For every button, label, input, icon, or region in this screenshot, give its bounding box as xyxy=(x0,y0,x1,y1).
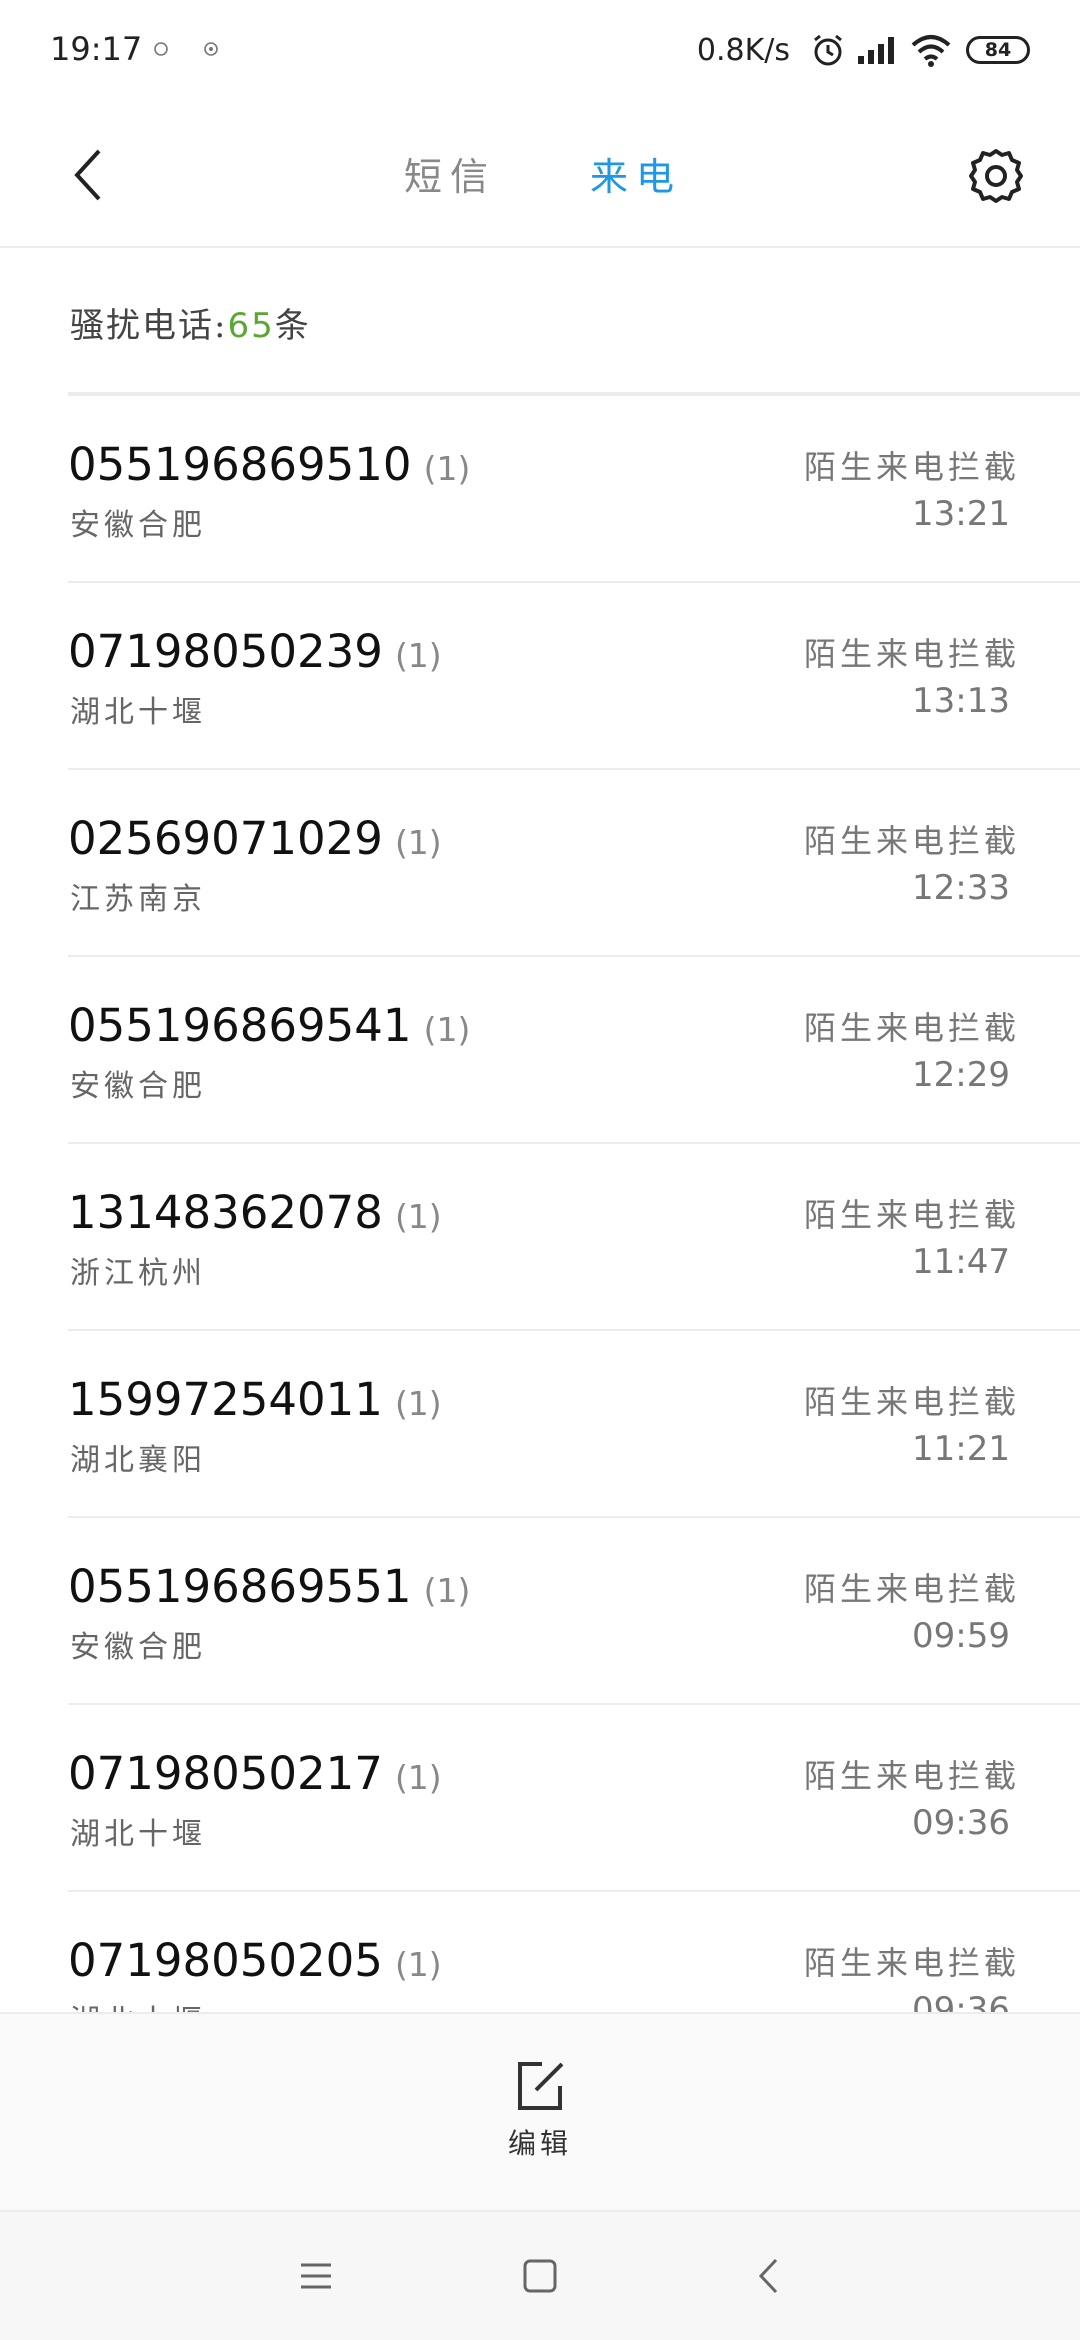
tab-sms[interactable]: 短信 xyxy=(404,146,496,201)
call-time: 11:21 xyxy=(912,1429,1010,1469)
block-status: 陌生来电拦截 xyxy=(803,635,1020,673)
phone-number-text: 15997254011 xyxy=(68,1373,383,1426)
call-count: (1) xyxy=(394,636,442,675)
call-row[interactable]: 055196869541 (1) 安徽合肥 陌生来电拦截 12:29 xyxy=(68,957,1080,1144)
call-count: (1) xyxy=(394,1384,442,1423)
call-row[interactable]: 055196869551 (1) 安徽合肥 陌生来电拦截 09:59 xyxy=(68,1518,1080,1705)
network-speed: 0.8K/s xyxy=(696,32,790,68)
status-indicators: 0.8K/s 84 xyxy=(697,28,1030,72)
call-time: 09:36 xyxy=(912,1803,1010,1843)
edit-button[interactable]: 编辑 xyxy=(490,2058,590,2178)
call-time: 12:29 xyxy=(912,1055,1010,1095)
call-row[interactable]: 15997254011 (1) 湖北襄阳 陌生来电拦截 11:21 xyxy=(68,1331,1080,1518)
location: 湖北十堰 xyxy=(70,695,206,730)
battery-icon: 84 xyxy=(966,36,1030,64)
phone-number-text: 055196869551 xyxy=(68,1560,412,1613)
signal-icon xyxy=(858,37,894,64)
phone-number-text: 07198050205 xyxy=(68,1934,383,1987)
call-time: 13:13 xyxy=(912,681,1010,721)
menu-icon xyxy=(301,2263,331,2289)
call-count: (1) xyxy=(423,449,471,488)
location: 湖北襄阳 xyxy=(70,1443,206,1478)
bottom-action-bar: 编辑 xyxy=(0,2012,1080,2210)
gear-icon xyxy=(969,149,1023,203)
location: 浙江杭州 xyxy=(70,1256,206,1291)
phone-number: 07198050239 (1) xyxy=(68,625,442,678)
call-count: (1) xyxy=(394,1945,442,1984)
call-time: 11:47 xyxy=(912,1242,1010,1282)
phone-number: 13148362078 (1) xyxy=(68,1186,442,1239)
phone-number-text: 07198050239 xyxy=(68,625,383,678)
block-status: 陌生来电拦截 xyxy=(803,1570,1020,1608)
call-count: (1) xyxy=(423,1010,471,1049)
system-back-button[interactable] xyxy=(738,2246,798,2306)
phone-number-text: 13148362078 xyxy=(68,1186,383,1239)
edit-icon xyxy=(518,2062,564,2110)
call-count: (1) xyxy=(394,1758,442,1797)
location: 安徽合肥 xyxy=(70,1630,206,1665)
location: 江苏南京 xyxy=(70,882,206,917)
status-bar: 19:17 0.8K/s 84 xyxy=(0,0,1080,100)
back-button[interactable] xyxy=(58,140,118,210)
settings-button[interactable] xyxy=(962,142,1030,210)
block-status: 陌生来电拦截 xyxy=(803,1757,1020,1795)
call-time: 09:36 xyxy=(912,1990,1010,2012)
call-row[interactable]: 13148362078 (1) 浙江杭州 陌生来电拦截 11:47 xyxy=(68,1144,1080,1331)
phone-number: 07198050205 (1) xyxy=(68,1934,442,1987)
header: 短信 来电 xyxy=(0,100,1080,248)
call-row[interactable]: 02569071029 (1) 江苏南京 陌生来电拦截 12:33 xyxy=(68,770,1080,957)
call-row[interactable]: 055196869510 (1) 安徽合肥 陌生来电拦截 13:21 xyxy=(68,396,1080,583)
phone-number: 055196869510 (1) xyxy=(68,438,470,491)
phone-number-text: 02569071029 xyxy=(68,812,383,865)
back-icon xyxy=(74,149,101,201)
block-status: 陌生来电拦截 xyxy=(803,1196,1020,1234)
tab-calls[interactable]: 来电 xyxy=(590,146,682,201)
home-icon xyxy=(523,2259,557,2293)
phone-number: 02569071029 (1) xyxy=(68,812,442,865)
block-status: 陌生来电拦截 xyxy=(803,1009,1020,1047)
edit-label: 编辑 xyxy=(507,2127,572,2160)
home-button[interactable] xyxy=(510,2246,570,2306)
location: 湖北十堰 xyxy=(70,1817,206,1852)
status-time: 19:17 xyxy=(50,30,143,68)
phone-number: 07198050217 (1) xyxy=(68,1747,442,1800)
summary-count: 65 xyxy=(227,306,275,346)
notification-icon xyxy=(204,42,218,56)
notification-icon xyxy=(154,42,168,56)
phone-number: 055196869541 (1) xyxy=(68,999,470,1052)
summary-label: 骚扰电话: xyxy=(70,306,228,346)
phone-number-text: 055196869541 xyxy=(68,999,412,1052)
location: 安徽合肥 xyxy=(70,508,206,543)
call-time: 13:21 xyxy=(912,494,1010,534)
harassment-summary: 骚扰电话:65条 xyxy=(70,298,311,347)
back-icon xyxy=(758,2258,778,2294)
wifi-icon xyxy=(911,35,951,67)
block-status: 陌生来电拦截 xyxy=(803,1383,1020,1421)
location: 湖北十堰 xyxy=(70,1996,206,2012)
block-status: 陌生来电拦截 xyxy=(803,822,1020,860)
call-row[interactable]: 07198050239 (1) 湖北十堰 陌生来电拦截 13:13 xyxy=(68,583,1080,770)
call-time: 09:59 xyxy=(912,1616,1010,1656)
recents-button[interactable] xyxy=(286,2246,346,2306)
system-nav-bar xyxy=(0,2210,1080,2340)
block-status: 陌生来电拦截 xyxy=(803,448,1020,486)
phone-number: 055196869551 (1) xyxy=(68,1560,470,1613)
summary-unit: 条 xyxy=(274,306,311,346)
block-status: 陌生来电拦截 xyxy=(803,1944,1020,1982)
call-time: 12:33 xyxy=(912,868,1010,908)
phone-number-text: 055196869510 xyxy=(68,438,412,491)
phone-number: 15997254011 (1) xyxy=(68,1373,442,1426)
battery-level: 84 xyxy=(984,39,1012,61)
call-count: (1) xyxy=(394,823,442,862)
call-row[interactable]: 07198050217 (1) 湖北十堰 陌生来电拦截 09:36 xyxy=(68,1705,1080,1892)
call-count: (1) xyxy=(394,1197,442,1236)
location: 安徽合肥 xyxy=(70,1069,206,1104)
blocked-call-list: 055196869510 (1) 安徽合肥 陌生来电拦截 13:21 071980… xyxy=(0,396,1080,2012)
call-count: (1) xyxy=(423,1571,471,1610)
call-row[interactable]: 07198050205 (1) 湖北十堰 陌生来电拦截 09:36 xyxy=(68,1892,1080,2012)
alarm-icon xyxy=(814,34,842,66)
phone-number-text: 07198050217 xyxy=(68,1747,383,1800)
